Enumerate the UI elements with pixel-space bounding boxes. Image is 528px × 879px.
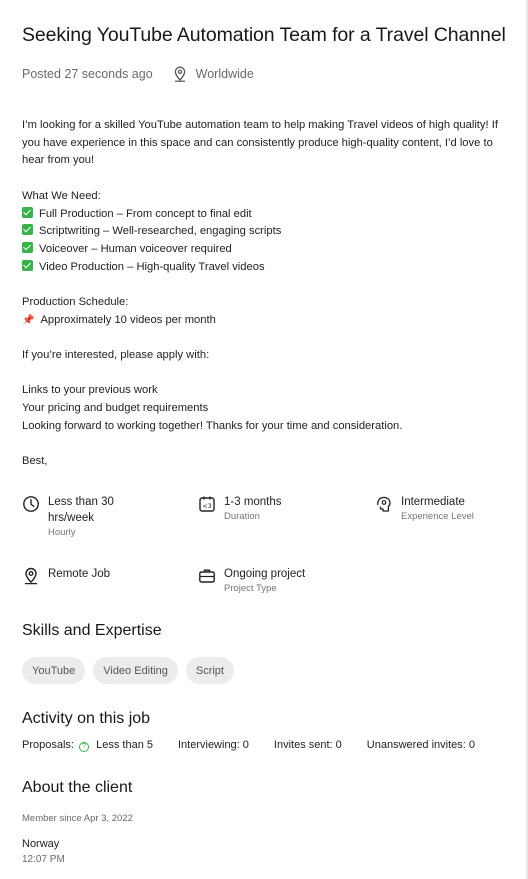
posted-time: Posted 27 seconds ago bbox=[22, 67, 153, 81]
project-type-label: Project Type bbox=[224, 583, 277, 594]
clock-icon bbox=[23, 496, 39, 512]
experience-label: Experience Level bbox=[401, 511, 474, 522]
skills-heading: Skills and Expertise bbox=[22, 622, 162, 639]
svg-text:<3: <3 bbox=[202, 502, 212, 510]
skill-chip-script[interactable]: Script bbox=[185, 657, 234, 684]
checkmark-icon bbox=[22, 241, 33, 253]
schedule-section: Production Schedule: 📌 Approximately 10 v… bbox=[22, 294, 506, 329]
hours-value-2: hrs/week bbox=[48, 512, 95, 524]
experience-value: Intermediate bbox=[401, 496, 465, 508]
location-text: Worldwide bbox=[195, 67, 254, 81]
location-pin-icon bbox=[25, 567, 37, 585]
apply-line: Your pricing and budget requirements bbox=[22, 402, 209, 415]
job-description: I’m looking for a skilled YouTube automa… bbox=[22, 117, 506, 489]
proposals-stat: Proposals: ? Less than 5 bbox=[22, 739, 153, 752]
hours-label: Hourly bbox=[48, 527, 76, 538]
activity-stats: Proposals: ? Less than 5 Interviewing: 0… bbox=[22, 739, 500, 752]
need-text: Video Production – High-quality Travel v… bbox=[39, 260, 265, 273]
skill-chip-video-editing[interactable]: Video Editing bbox=[93, 657, 178, 684]
question-circle-icon[interactable]: ? bbox=[79, 742, 90, 752]
duration-value: 1-3 months bbox=[224, 496, 282, 508]
job-title: Seeking YouTube Automation Team for a Tr… bbox=[22, 24, 506, 46]
briefcase-icon bbox=[199, 569, 215, 583]
schedule-text: Approximately 10 videos per month bbox=[40, 313, 216, 326]
apply-section: Links to your previous work Your pricing… bbox=[22, 382, 506, 435]
job-meta: Posted 27 seconds ago Worldwide bbox=[22, 66, 254, 82]
apply-line: Links to your previous work bbox=[22, 384, 158, 397]
need-item: Voiceover – Human voiceover required bbox=[22, 241, 506, 259]
need-item: Scriptwriting – Well-researched, engagin… bbox=[22, 223, 506, 241]
skill-chip-youtube[interactable]: YouTube bbox=[22, 657, 86, 684]
pushpin-icon: 📌 bbox=[22, 314, 35, 326]
activity-heading: Activity on this job bbox=[22, 710, 151, 727]
unanswered-stat: Unanswered invites: 0 bbox=[366, 739, 476, 751]
apply-line: Looking forward to working together! Tha… bbox=[22, 419, 403, 432]
feature-duration: <3 1-3 months Duration bbox=[198, 494, 282, 524]
location-pin-icon bbox=[174, 66, 185, 82]
need-item: Full Production – From concept to final … bbox=[22, 206, 506, 224]
feature-hours: Less than 30 hrs/week Hourly bbox=[22, 494, 114, 540]
interviewing-stat: Interviewing: 0 bbox=[177, 739, 249, 751]
need-item: Video Production – High-quality Travel v… bbox=[22, 259, 506, 277]
intro-line: hear from you! bbox=[22, 154, 95, 167]
remote-value: Remote Job bbox=[48, 568, 111, 580]
proposals-label: Proposals: bbox=[22, 739, 74, 751]
needs-heading: What We Need: bbox=[22, 189, 101, 202]
client-country: Norway bbox=[22, 838, 60, 850]
brain-gear-icon bbox=[377, 496, 391, 512]
intro-line: I’m looking for a skilled YouTube automa… bbox=[22, 119, 498, 131]
member-since: Member since Apr 3, 2022 bbox=[22, 813, 133, 824]
apply-heading: If you’re interested, please apply with: bbox=[22, 349, 210, 362]
schedule-heading: Production Schedule: bbox=[22, 296, 129, 308]
schedule-item: 📌 Approximately 10 videos per month bbox=[22, 312, 506, 330]
need-text: Voiceover – Human voiceover required bbox=[39, 242, 232, 255]
client-local-time: 12:07 PM bbox=[22, 854, 65, 865]
needs-section: What We Need: Full Production – From con… bbox=[22, 188, 506, 277]
feature-experience: Intermediate Experience Level bbox=[375, 494, 474, 524]
invites-stat: Invites sent: 0 bbox=[273, 739, 342, 751]
need-text: Full Production – From concept to final … bbox=[39, 207, 252, 220]
signoff: Best, bbox=[22, 455, 48, 468]
hours-value: Less than 30 bbox=[48, 496, 114, 508]
duration-label: Duration bbox=[224, 511, 260, 522]
intro-paragraph: I’m looking for a skilled YouTube automa… bbox=[22, 117, 506, 170]
skills-list: YouTube Video Editing Script bbox=[22, 657, 242, 684]
project-type-value: Ongoing project bbox=[224, 568, 306, 580]
checkmark-icon bbox=[22, 259, 33, 271]
checkmark-icon bbox=[22, 206, 33, 218]
location: Worldwide bbox=[173, 66, 254, 82]
need-text: Scriptwriting – Well-researched, engagin… bbox=[39, 225, 282, 238]
intro-line: you have experience in this space and ca… bbox=[22, 136, 493, 149]
calendar-icon: <3 bbox=[199, 496, 215, 512]
job-details-page: Seeking YouTube Automation Team for a Tr… bbox=[0, 0, 528, 879]
feature-project-type: Ongoing project Project Type bbox=[198, 566, 305, 596]
checkmark-icon bbox=[22, 224, 33, 236]
proposals-value: Less than 5 bbox=[96, 739, 153, 751]
client-heading: About the client bbox=[22, 779, 133, 796]
feature-remote: Remote Job bbox=[22, 566, 110, 585]
